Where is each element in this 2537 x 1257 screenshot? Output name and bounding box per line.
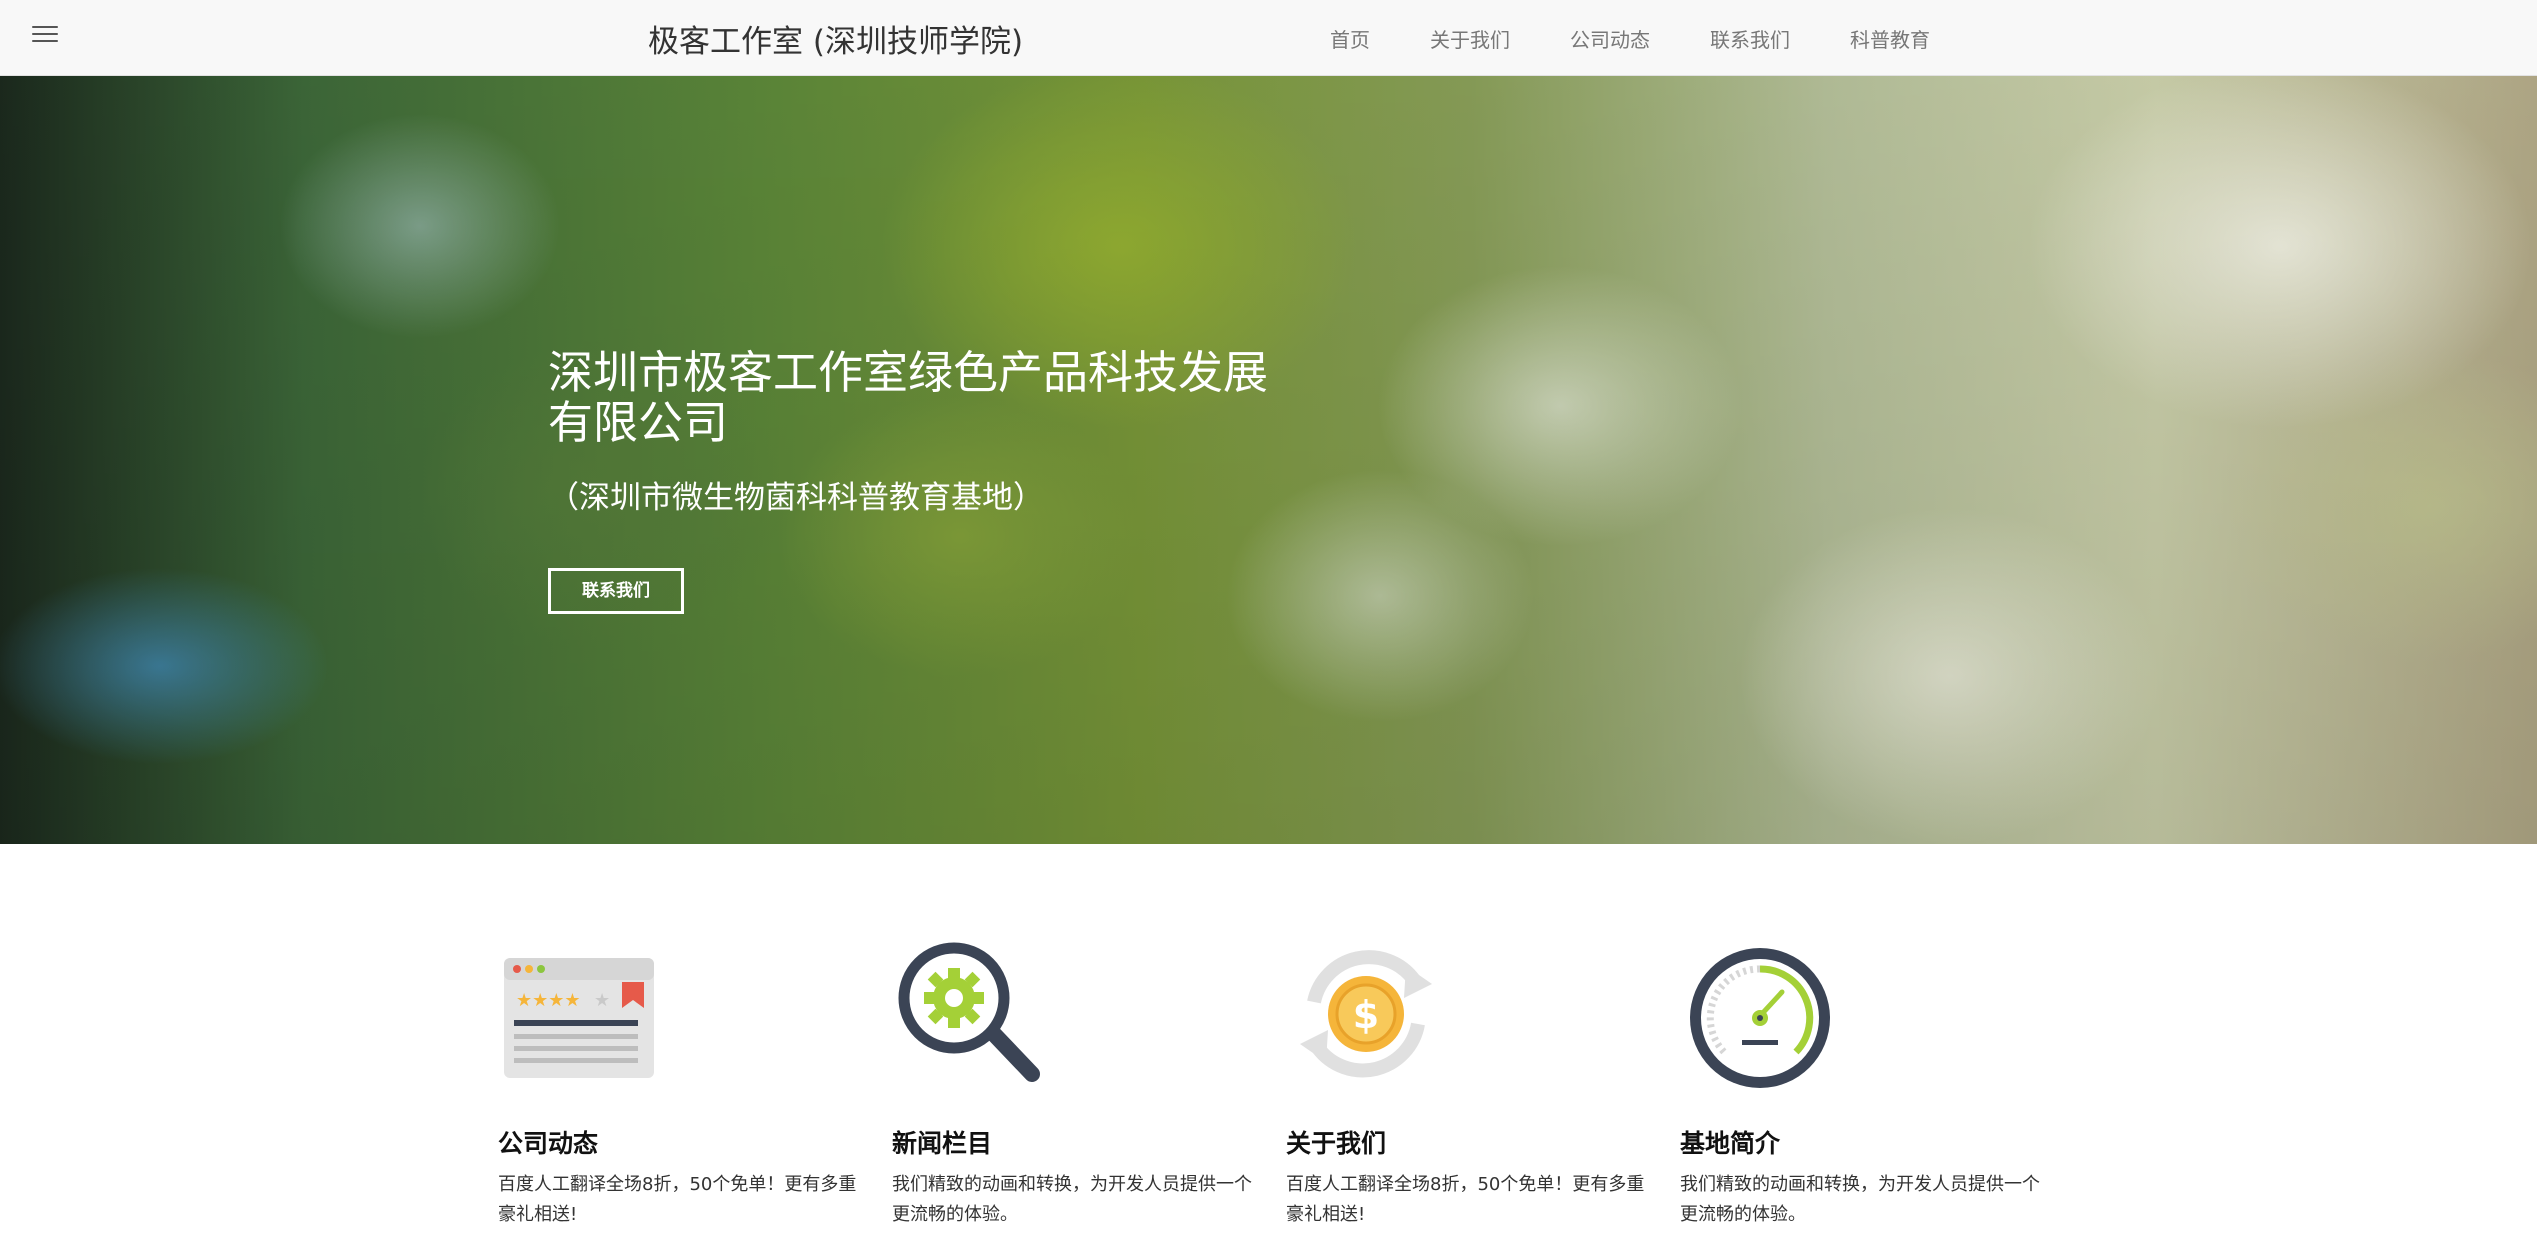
hero-subtitle: （深圳市微生物菌科科普教育基地） (548, 480, 1044, 516)
feature-title: 基地简介 (1680, 1129, 1781, 1158)
hamburger-menu-icon[interactable] (32, 26, 58, 48)
rating-browser-icon: ★★★★ ★ (504, 958, 654, 1078)
magnifier-gear-icon (898, 942, 1040, 1082)
svg-text:★★★★: ★★★★ (516, 990, 581, 1011)
hero-banner: 深圳市极客工作室绿色产品科技发展有限公司 （深圳市微生物菌科科普教育基地） 联系… (0, 76, 2537, 844)
hero-overlay (0, 76, 2537, 844)
feature-title: 新闻栏目 (892, 1129, 993, 1158)
contact-us-button[interactable]: 联系我们 (548, 568, 684, 614)
feature-description: 百度人工翻译全场8折，50个免单！更有多重豪礼相送! (498, 1174, 857, 1225)
brand-title[interactable]: 极客工作室 (深圳技师学院) (648, 16, 1023, 61)
feature-title: 公司动态 (498, 1129, 599, 1158)
coin-refresh-icon: $ (1300, 950, 1432, 1078)
svg-text:★: ★ (594, 990, 610, 1011)
top-navbar: 极客工作室 (深圳技师学院) 首页 关于我们 公司动态 联系我们 科普教育 (0, 0, 2537, 76)
feature-description: 我们精致的动画和转换，为开发人员提供一个更流畅的体验。 (1680, 1174, 2040, 1225)
svg-text:$: $ (1353, 993, 1379, 1037)
feature-description: 百度人工翻译全场8折，50个免单！更有多重豪礼相送! (1286, 1174, 1645, 1225)
nav-menu: 首页 关于我们 公司动态 联系我们 科普教育 (1330, 24, 1990, 53)
feature-title: 关于我们 (1286, 1129, 1387, 1158)
nav-link-about[interactable]: 关于我们 (1430, 24, 1510, 53)
speedometer-icon (1690, 948, 1830, 1088)
nav-link-home[interactable]: 首页 (1330, 24, 1370, 53)
nav-link-news[interactable]: 公司动态 (1570, 24, 1650, 53)
hero-title: 深圳市极客工作室绿色产品科技发展有限公司 (548, 346, 1269, 449)
feature-description: 我们精致的动画和转换，为开发人员提供一个更流畅的体验。 (892, 1174, 1252, 1225)
nav-link-contact[interactable]: 联系我们 (1710, 24, 1790, 53)
nav-link-education[interactable]: 科普教育 (1850, 24, 1930, 53)
